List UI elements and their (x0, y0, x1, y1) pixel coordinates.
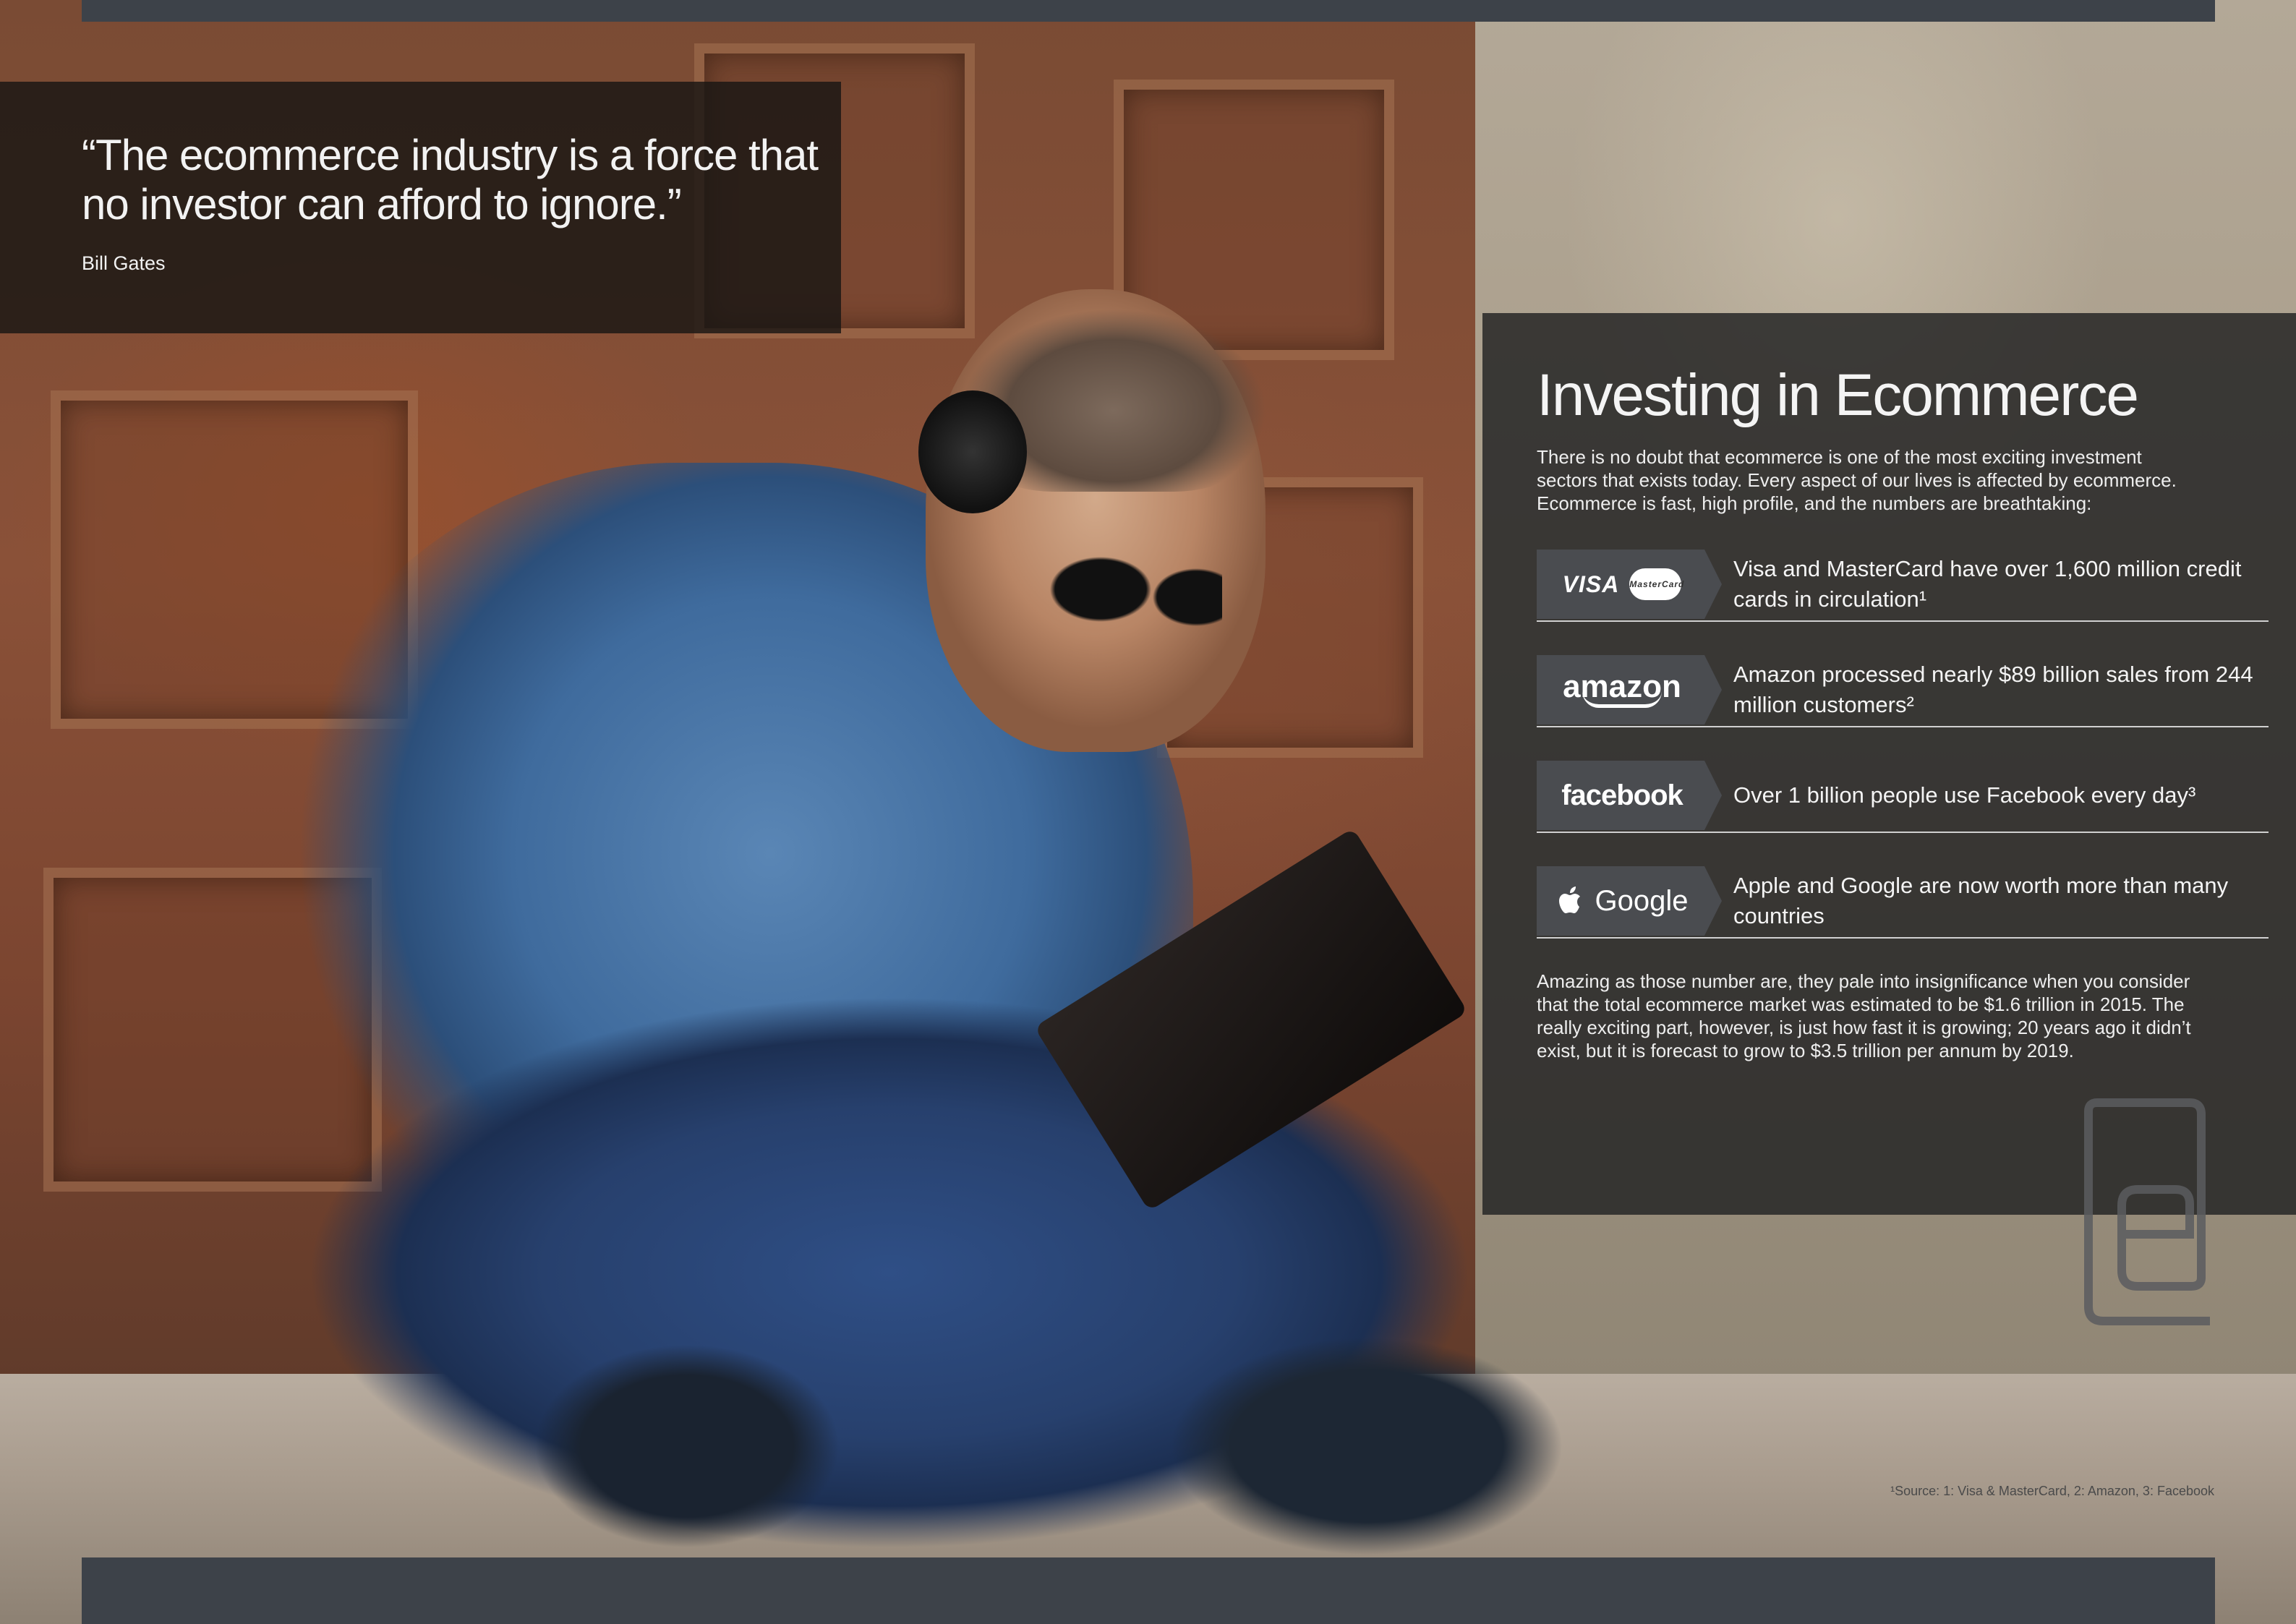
facebook-logo: facebook (1537, 761, 1707, 830)
google-logo-text: Google (1595, 884, 1689, 917)
stat-text: Over 1 billion people use Facebook every… (1733, 782, 2196, 808)
bottom-bar (82, 1557, 2215, 1624)
facebook-logo-text: facebook (1561, 779, 1683, 811)
headphones (918, 390, 1027, 513)
sneaker-left (535, 1345, 839, 1547)
brand-e-logo-icon (2084, 1098, 2210, 1325)
quote-text: “The ecommerce industry is a force that … (82, 131, 819, 228)
visa-logo-text: VISA (1562, 570, 1620, 597)
panel-outro: Amazing as those number are, they pale i… (1537, 970, 2191, 1061)
apple-google-logo: Google (1537, 866, 1707, 936)
stat-text: Apple and Google are now worth more than… (1733, 873, 2229, 928)
stats-list: VISA MasterCard Visa and MasterCard have… (1537, 550, 2269, 972)
panel-title: Investing in Ecommerce (1537, 362, 2139, 428)
top-bar (82, 0, 2215, 22)
stat-facebook: facebook Over 1 billion people use Faceb… (1537, 761, 2269, 833)
amazon-smile-icon (1582, 691, 1662, 708)
source-footnote: ¹Source: 1: Visa & MasterCard, 2: Amazon… (1890, 1484, 2214, 1498)
quote-box: “The ecommerce industry is a force that … (0, 82, 841, 333)
stat-text: Visa and MasterCard have over 1,600 mill… (1733, 556, 2242, 612)
stat-visa-mastercard: VISA MasterCard Visa and MasterCard have… (1537, 550, 2269, 622)
apple-icon (1558, 886, 1580, 913)
stat-apple-google: Google Apple and Google are now worth mo… (1537, 866, 2269, 939)
panel-intro: There is no doubt that ecommerce is one … (1537, 446, 2177, 514)
investing-panel: Investing in Ecommerce There is no doubt… (1482, 313, 2296, 1215)
sneaker-right (1172, 1338, 1562, 1555)
mastercard-logo: MasterCard (1629, 568, 1683, 600)
stat-text: Amazon processed nearly $89 billion sale… (1733, 662, 2253, 717)
amazon-logo: amazon (1537, 655, 1707, 725)
sunglasses (1049, 550, 1222, 629)
stat-amazon: amazon Amazon processed nearly $89 billi… (1537, 655, 2269, 727)
visa-logo: VISA MasterCard (1537, 550, 1707, 619)
quote-author: Bill Gates (82, 252, 166, 274)
